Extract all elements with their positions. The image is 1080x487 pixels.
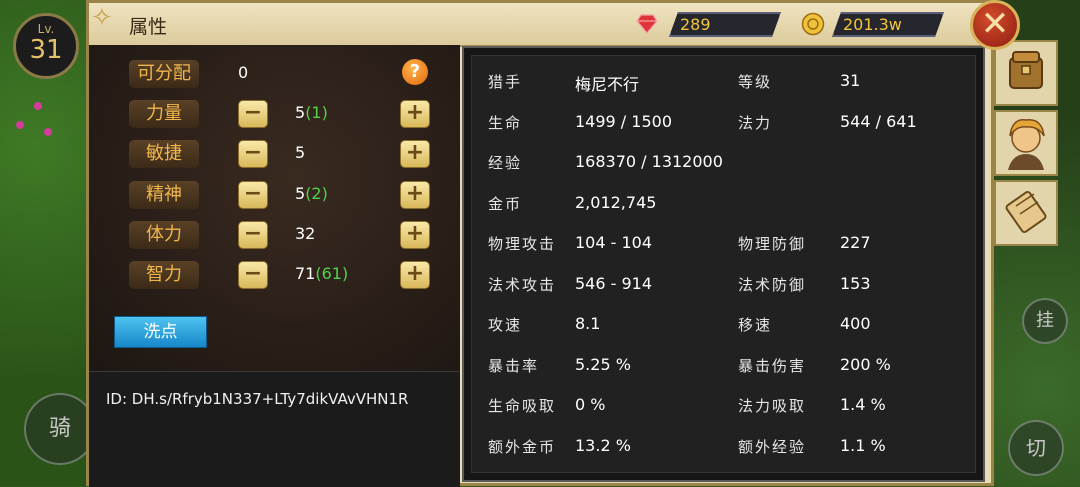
flower-decoration xyxy=(44,128,52,136)
stat-label-move-speed: 移速 xyxy=(738,316,773,334)
gold-coin-icon xyxy=(801,12,825,36)
attribute-row-spirit: 精神 − 5(2) + xyxy=(89,181,460,211)
increase-stamina-button[interactable]: + xyxy=(400,221,430,249)
gem-amount: 289 xyxy=(669,12,781,37)
stat-label-crit-rate: 暴击率 xyxy=(488,357,540,375)
tab-bag[interactable] xyxy=(994,40,1058,106)
stat-value-class: 梅尼不行 xyxy=(575,75,640,94)
panel-title: 属性 xyxy=(129,16,168,38)
decrease-stamina-button[interactable]: − xyxy=(238,221,268,249)
stat-label-phys-def: 物理防御 xyxy=(738,235,807,253)
scroll-icon xyxy=(1005,191,1047,233)
ruby-gem-icon xyxy=(636,14,658,34)
stat-value-life-steal: 0 % xyxy=(575,395,606,414)
stat-label-life-steal: 生命吸取 xyxy=(488,397,557,415)
decrease-spirit-button[interactable]: − xyxy=(238,181,268,209)
attribute-value: 5(1) xyxy=(295,103,328,122)
stat-label-level: 等级 xyxy=(738,73,773,91)
panel-title-bar: ✧ 属性 289 201.3w xyxy=(89,3,991,47)
attribute-label: 力量 xyxy=(129,100,199,128)
stat-value-move-speed: 400 xyxy=(840,314,871,333)
close-crossed-swords-icon[interactable]: ✕ xyxy=(970,0,1020,50)
ornament-corner-icon: ✧ xyxy=(91,3,113,33)
character-stats-area: 猎手 梅尼不行 等级 31 生命 1499 / 1500 法力 544 / 64… xyxy=(462,46,985,482)
stat-value-mag-def: 153 xyxy=(840,274,871,293)
auto-hang-button[interactable]: 挂 xyxy=(1022,298,1068,344)
decrease-intelligence-button[interactable]: − xyxy=(238,261,268,289)
attribute-label: 智力 xyxy=(129,261,199,289)
stat-value-bonus-exp: 1.1 % xyxy=(840,436,886,455)
attribute-row-intelligence: 智力 − 71(61) + xyxy=(89,261,460,291)
unassigned-points-row: 可分配 0 ? xyxy=(89,59,460,90)
stat-label-crit-dmg: 暴击伤害 xyxy=(738,357,807,375)
stat-label-exp: 经验 xyxy=(488,154,523,172)
help-icon[interactable]: ? xyxy=(402,59,428,85)
stat-label-bonus-gold: 额外金币 xyxy=(488,438,557,456)
decrease-strength-button[interactable]: − xyxy=(238,100,268,128)
increase-strength-button[interactable]: + xyxy=(400,100,430,128)
tab-hero[interactable] xyxy=(994,110,1058,176)
stat-label-mp: 法力 xyxy=(738,114,773,132)
attribute-value: 32 xyxy=(295,224,316,243)
bag-icon xyxy=(1009,51,1043,89)
stat-label-mag-atk: 法术攻击 xyxy=(488,276,557,294)
level-label: Lv. xyxy=(37,22,55,36)
player-level-badge: Lv. 31 xyxy=(13,13,79,79)
reset-points-button[interactable]: 洗点 xyxy=(114,316,207,348)
stat-value-gold: 2,012,745 xyxy=(575,193,657,212)
unassigned-points-value: 0 xyxy=(238,63,249,82)
attribute-row-strength: 力量 − 5(1) + xyxy=(89,100,460,130)
stat-label-gold: 金币 xyxy=(488,195,523,213)
attribute-value: 71(61) xyxy=(295,264,349,283)
stat-value-mp: 544 / 641 xyxy=(840,112,917,131)
gold-amount: 201.3w xyxy=(832,12,944,37)
hero-portrait-icon xyxy=(1008,119,1045,170)
stat-value-mana-steal: 1.4 % xyxy=(840,395,886,414)
stat-value-atk-speed: 8.1 xyxy=(575,314,601,333)
stat-label-atk-speed: 攻速 xyxy=(488,316,523,334)
attribute-row-stamina: 体力 − 32 + xyxy=(89,221,460,251)
stat-value-crit-dmg: 200 % xyxy=(840,355,891,374)
stat-label-bonus-exp: 额外经验 xyxy=(738,438,807,456)
stat-label-mana-steal: 法力吸取 xyxy=(738,397,807,415)
level-number: 31 xyxy=(29,35,63,65)
stat-label-phys-atk: 物理攻击 xyxy=(488,235,557,253)
stat-value-mag-atk: 546 - 914 xyxy=(575,274,653,293)
increase-intelligence-button[interactable]: + xyxy=(400,261,430,289)
decrease-agility-button[interactable]: − xyxy=(238,140,268,168)
tab-skills[interactable] xyxy=(994,180,1058,246)
attribute-label: 精神 xyxy=(129,181,199,209)
stat-value-exp: 168370 / 1312000 xyxy=(575,152,723,171)
player-id-text: ID: DH.s/Rfryb1N337+LTy7dikVAvVHN1R xyxy=(106,390,409,408)
unassigned-points-label: 可分配 xyxy=(129,60,199,88)
increase-agility-button[interactable]: + xyxy=(400,140,430,168)
player-id-strip: ID: DH.s/Rfryb1N337+LTy7dikVAvVHN1R xyxy=(89,371,460,487)
stats-table: 猎手 梅尼不行 等级 31 生命 1499 / 1500 法力 544 / 64… xyxy=(471,55,976,473)
attribute-allocation-area: 可分配 0 ? 力量 − 5(1) + 敏捷 − 5 + 精神 − 5(2) +… xyxy=(89,45,460,487)
switch-button[interactable]: 切 xyxy=(1008,420,1064,476)
stat-value-hp: 1499 / 1500 xyxy=(575,112,672,131)
flower-decoration xyxy=(34,102,42,110)
stat-value-bonus-gold: 13.2 % xyxy=(575,436,631,455)
attribute-label: 敏捷 xyxy=(129,140,199,168)
stat-label-hp: 生命 xyxy=(488,114,523,132)
attribute-value: 5 xyxy=(295,143,306,162)
attribute-label: 体力 xyxy=(129,221,199,249)
increase-spirit-button[interactable]: + xyxy=(400,181,430,209)
stat-value-phys-def: 227 xyxy=(840,233,871,252)
stat-label-mag-def: 法术防御 xyxy=(738,276,807,294)
stat-value-phys-atk: 104 - 104 xyxy=(575,233,653,252)
stat-value-level: 31 xyxy=(840,71,861,90)
flower-decoration xyxy=(16,121,24,129)
attribute-value: 5(2) xyxy=(295,184,328,203)
attribute-row-agility: 敏捷 − 5 + xyxy=(89,140,460,170)
stat-label-class: 猎手 xyxy=(488,73,523,91)
stat-value-crit-rate: 5.25 % xyxy=(575,355,631,374)
